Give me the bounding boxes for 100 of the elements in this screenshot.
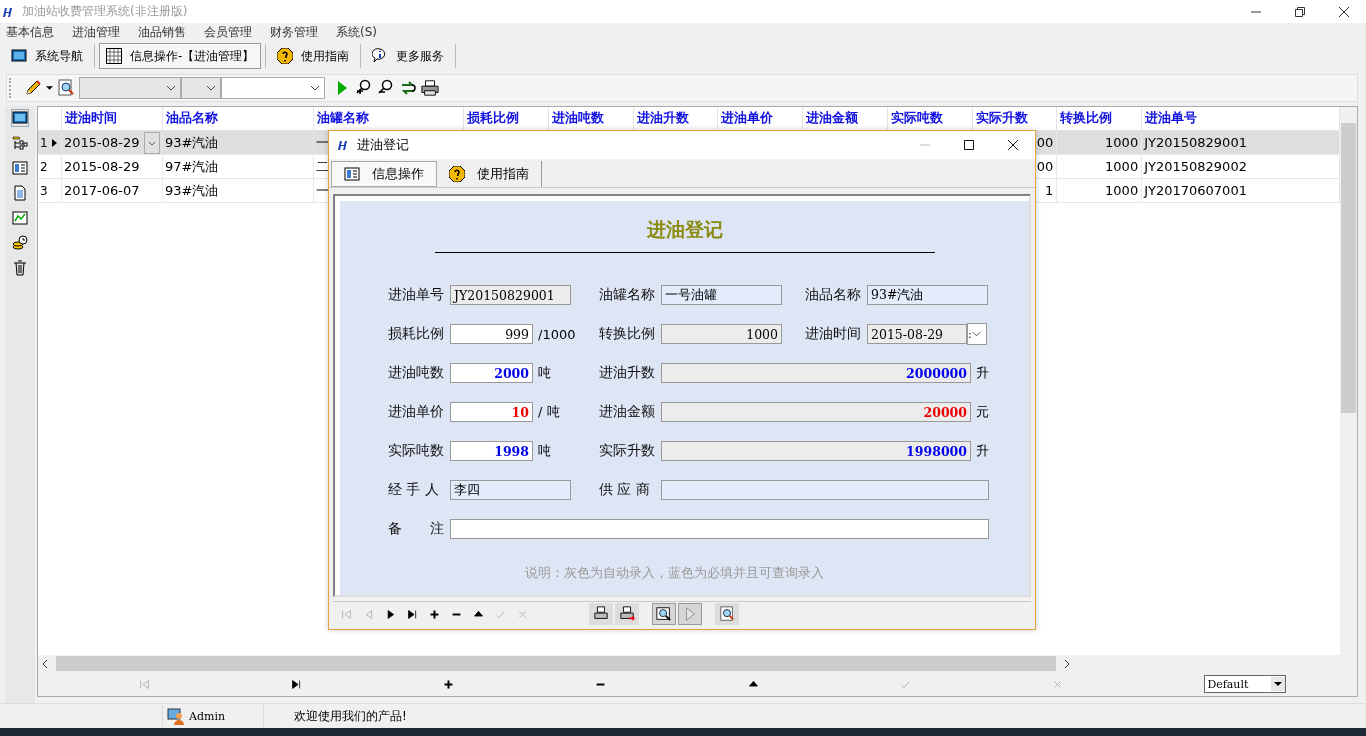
input-field[interactable]: 20000 (661, 402, 971, 422)
user-icon (167, 707, 185, 725)
list-card-icon[interactable] (12, 160, 28, 176)
unit-label: 元 (976, 403, 989, 421)
input-field[interactable]: JY20150829001 (450, 285, 571, 305)
up-triangle-icon[interactable] (747, 678, 759, 690)
view-select[interactable]: Default (1204, 675, 1287, 693)
input-field[interactable]: 一号油罐 (661, 285, 782, 305)
folder-tree-icon[interactable] (12, 135, 28, 151)
table-cell: 一 (315, 134, 329, 150)
input-field[interactable]: 93#汽油 (867, 285, 988, 305)
vertical-scrollbar[interactable] (1340, 107, 1357, 655)
table-cell: 00 (1036, 159, 1054, 174)
field-label: 进油吨数 (388, 364, 445, 382)
input-field[interactable]: 2000000 (661, 363, 971, 383)
column-header[interactable]: 进油升数 (636, 110, 689, 125)
table-cell: 一 (315, 182, 329, 198)
menu-item[interactable]: 会员管理 (204, 23, 252, 41)
unit-label: 吨 (538, 442, 551, 460)
table-cell: 2015-08-29 (64, 135, 140, 150)
input-field[interactable]: 1998000 (661, 441, 971, 461)
menu-item[interactable]: 财务管理 (270, 23, 318, 41)
input-field[interactable]: 999 (450, 324, 533, 344)
chart-icon[interactable] (12, 210, 28, 226)
table-cell: 93#汽油 (164, 182, 219, 198)
toolbar-button[interactable]: 更多服务 (365, 43, 452, 69)
field-label: 备 注 (388, 520, 445, 538)
add-icon[interactable] (429, 608, 440, 620)
swap-icon[interactable] (399, 79, 417, 97)
last-record-icon[interactable] (290, 678, 302, 690)
monitor-icon[interactable] (12, 110, 28, 126)
column-header[interactable]: 进油金额 (806, 110, 859, 125)
next-record-icon[interactable] (385, 608, 396, 620)
zoom-preview-icon[interactable] (652, 603, 676, 625)
close-icon[interactable] (1008, 140, 1018, 150)
input-field[interactable]: 1000 (661, 324, 782, 344)
column-header[interactable]: 实际吨数 (890, 110, 943, 125)
table-cell: 1 (1045, 183, 1054, 198)
menu-item[interactable]: 进油管理 (72, 23, 120, 41)
up-triangle-icon[interactable] (473, 608, 484, 620)
dropdown-button[interactable]: : (967, 323, 987, 345)
status-user: Admin (189, 709, 226, 723)
printer-icon[interactable] (421, 79, 439, 97)
unit-label: /1000 (538, 326, 576, 342)
last-record-icon[interactable] (407, 608, 418, 620)
column-header[interactable]: 实际升数 (975, 110, 1028, 125)
chevron-icon[interactable] (971, 331, 981, 337)
search-document-icon[interactable] (715, 603, 739, 625)
pencil-icon[interactable] (24, 79, 42, 97)
input-field[interactable] (450, 519, 989, 539)
horizontal-scrollbar[interactable] (38, 655, 1357, 672)
input-field[interactable]: 10 (450, 402, 533, 422)
help-icon (449, 166, 465, 182)
coins-icon[interactable] (12, 235, 28, 251)
unit-label: 吨 (538, 364, 551, 382)
restore-icon[interactable] (1295, 6, 1305, 17)
input-field[interactable]: 1998 (450, 441, 533, 461)
toolbar-button[interactable]: 使用指南 (270, 43, 357, 69)
help-icon (277, 48, 294, 64)
field-label: 转换比例 (599, 325, 656, 343)
toolbar-button[interactable]: 系统导航 (4, 43, 90, 69)
input-field[interactable] (661, 480, 989, 500)
document-icon[interactable] (12, 185, 28, 201)
close-icon[interactable] (1339, 6, 1349, 17)
table-cell: 1000 (1105, 135, 1139, 150)
input-field[interactable]: 李四 (450, 480, 571, 500)
tab[interactable]: 使用指南 (437, 161, 542, 187)
tab[interactable]: 信息操作 (331, 161, 437, 187)
scroll-left-icon[interactable] (42, 658, 48, 669)
menu-item[interactable]: 基本信息 (6, 23, 54, 41)
search-document-icon[interactable] (57, 79, 75, 97)
field-label: 经 手 人 (388, 481, 440, 499)
field-label: 供 应 商 (599, 481, 651, 499)
column-header[interactable]: 转换比例 (1060, 110, 1113, 125)
column-header[interactable]: 油罐名称 (316, 110, 369, 125)
column-header[interactable]: 进油吨数 (551, 110, 604, 125)
menu-item[interactable]: 系统(S) (336, 23, 377, 41)
printer-icon[interactable] (589, 603, 613, 625)
row-number: 1 (40, 135, 48, 150)
caret-icon[interactable] (46, 86, 53, 90)
column-header[interactable]: 进油单价 (721, 110, 774, 125)
column-header[interactable]: 进油时间 (65, 110, 117, 125)
menu-item[interactable]: 油品销售 (138, 23, 186, 41)
maximize-icon[interactable] (964, 140, 974, 150)
table-cell: JY20150829002 (1144, 159, 1247, 174)
column-header[interactable]: 进油单号 (1145, 110, 1198, 125)
trash-icon[interactable] (12, 260, 28, 276)
scroll-right-icon[interactable] (1064, 658, 1070, 669)
table-cell: JY20150829001 (1144, 135, 1247, 150)
unit-label: 升 (976, 442, 989, 460)
zoom-in-icon[interactable] (355, 79, 373, 97)
add-icon[interactable] (443, 678, 455, 690)
input-field[interactable]: 2015-08-29 (867, 324, 967, 344)
grid-icon (106, 48, 122, 64)
table-cell: 1000 (1105, 183, 1139, 198)
column-header[interactable]: 损耗比例 (467, 110, 520, 125)
unit-label: / 吨 (538, 403, 560, 421)
column-header[interactable]: 油品名称 (165, 110, 218, 125)
input-field[interactable]: 2000 (450, 363, 533, 383)
toolbar-button[interactable]: 信息操作-【进油管理】 (99, 43, 262, 69)
